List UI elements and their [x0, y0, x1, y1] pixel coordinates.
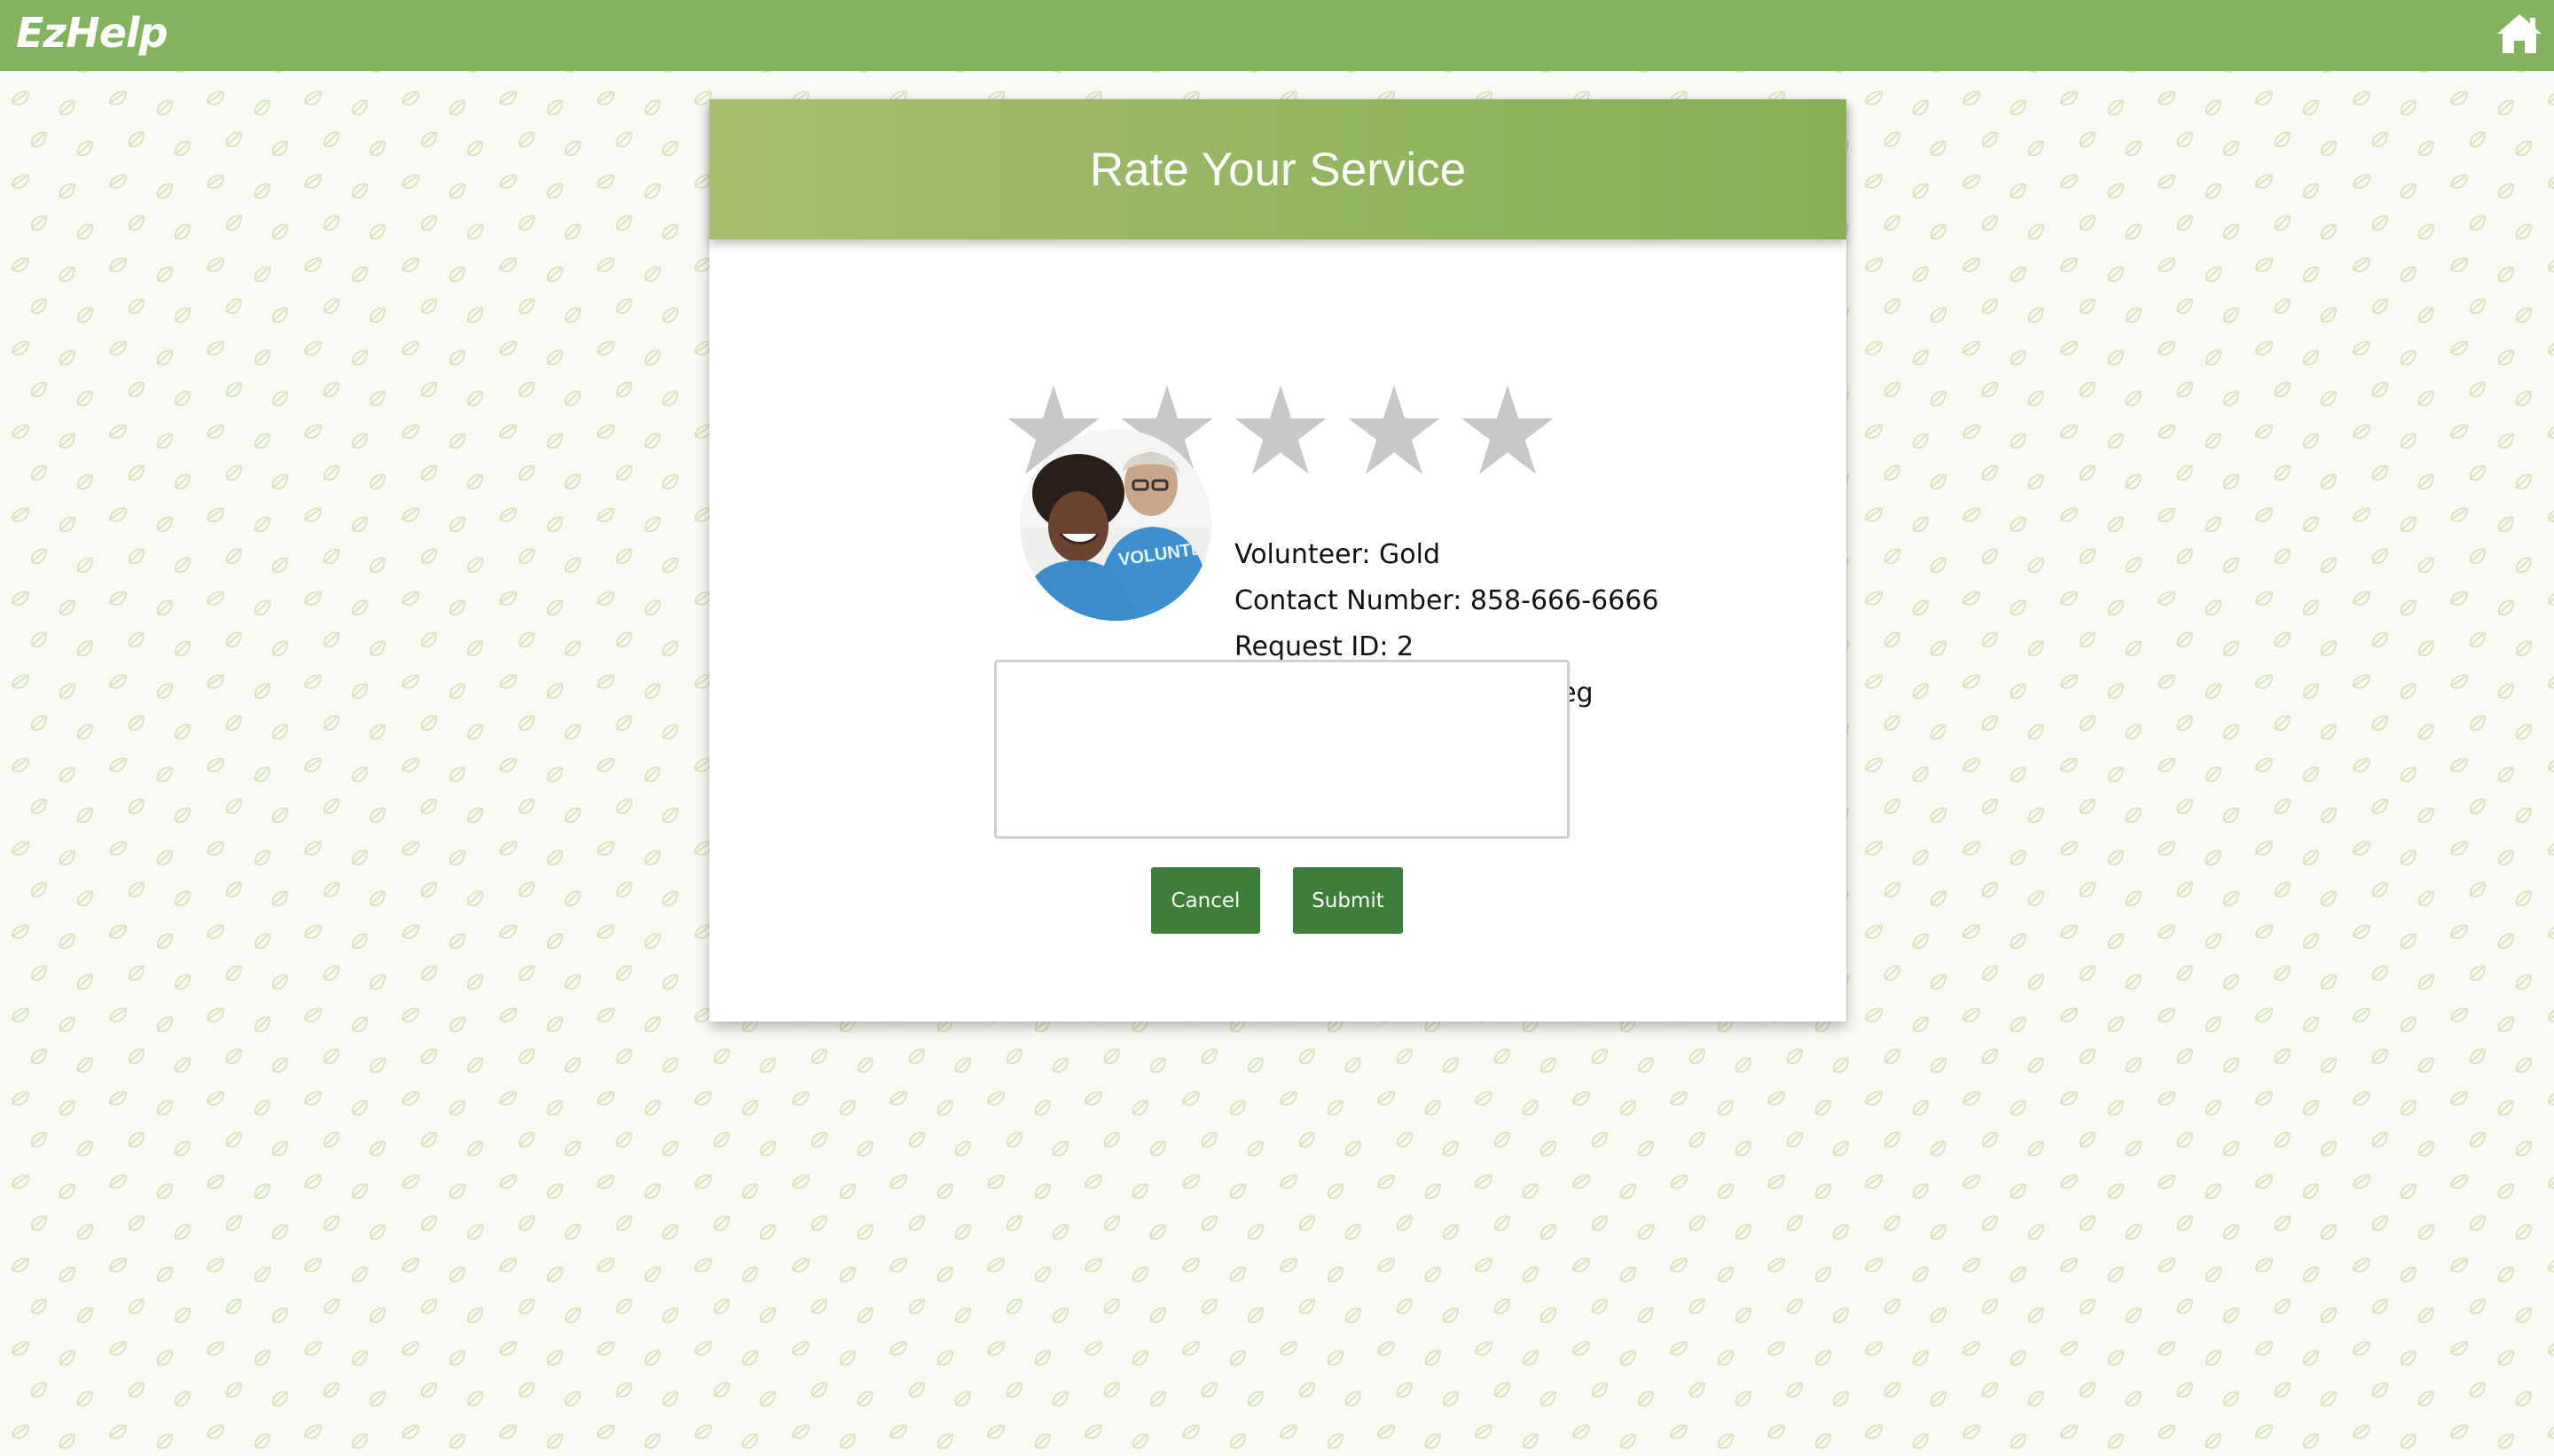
volunteer-photo: VOLUNTEER	[1020, 429, 1211, 621]
star-icon[interactable]	[1232, 381, 1329, 479]
home-icon	[2497, 14, 2542, 53]
volunteer-avatar: VOLUNTEER	[1020, 429, 1211, 621]
card-header: Rate Your Service	[709, 99, 1846, 239]
card-title: Rate Your Service	[1089, 143, 1467, 196]
app-logo[interactable]: EzHelp	[16, 9, 168, 57]
home-button[interactable]	[2495, 11, 2543, 57]
star-rating[interactable]	[709, 381, 1846, 497]
cancel-button[interactable]: Cancel	[1151, 867, 1260, 934]
volunteer-name: Volunteer: Gold	[1234, 539, 1441, 570]
star-icon[interactable]	[1459, 381, 1556, 479]
rating-card: Rate Your Service VOLUNTEER Volunteer: G…	[709, 99, 1846, 1022]
submit-button[interactable]: Submit	[1293, 867, 1403, 934]
feedback-textarea[interactable]	[994, 660, 1570, 839]
top-bar: EzHelp	[0, 0, 2554, 71]
star-icon[interactable]	[1345, 381, 1443, 479]
contact-number: Contact Number: 858-666-6666	[1234, 585, 1659, 616]
